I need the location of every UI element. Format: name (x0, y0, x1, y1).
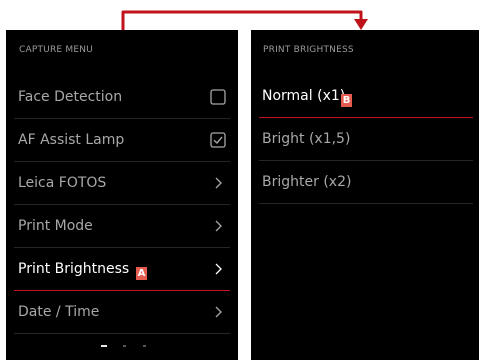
chevron-right-icon (215, 306, 222, 317)
chevron-right-icon (215, 220, 222, 231)
option-label: Brighter (x2) (262, 173, 352, 190)
menu-item-label: Face Detection (18, 88, 123, 105)
page-dot-active (101, 345, 107, 347)
panel-title: CAPTURE MENU (19, 45, 93, 55)
checkbox-unchecked-icon[interactable] (210, 88, 226, 105)
menu-item-label: AF Assist Lamp (18, 131, 125, 148)
print-brightness-panel: PRINT BRIGHTNESS Normal (x1) B Bright (x… (251, 30, 479, 360)
chevron-right-icon (215, 177, 222, 188)
menu-item-af-assist-lamp[interactable]: AF Assist Lamp (14, 118, 230, 162)
option-normal[interactable]: Normal (x1) B (259, 74, 473, 118)
capture-menu-panel: CAPTURE MENU Face Detection AF Assist La… (6, 30, 238, 360)
option-label: Normal (x1) (262, 87, 346, 104)
menu-item-face-detection[interactable]: Face Detection (14, 75, 230, 119)
chevron-right-icon (215, 263, 222, 274)
option-bright[interactable]: Bright (x1,5) (259, 117, 473, 161)
menu-item-label: Print Brightness (18, 260, 130, 277)
menu-item-date-time[interactable]: Date / Time (14, 290, 230, 334)
callout-badge-a: A (136, 267, 147, 280)
menu-item-label: Leica FOTOS (18, 174, 107, 191)
panel-title: PRINT BRIGHTNESS (263, 45, 354, 55)
menu-item-leica-fotos[interactable]: Leica FOTOS (14, 161, 230, 205)
checkbox-checked-icon[interactable] (210, 131, 226, 148)
menu-item-label: Date / Time (18, 303, 100, 320)
option-label: Bright (x1,5) (262, 130, 351, 147)
page-indicator (6, 345, 238, 348)
menu-item-print-brightness[interactable]: Print Brightness A (14, 247, 230, 291)
option-brighter[interactable]: Brighter (x2) (259, 160, 473, 204)
menu-item-print-mode[interactable]: Print Mode (14, 204, 230, 248)
page-dot (143, 345, 146, 347)
menu-item-label: Print Mode (18, 217, 93, 234)
page-dot (123, 345, 126, 347)
callout-badge-b: B (341, 94, 352, 107)
